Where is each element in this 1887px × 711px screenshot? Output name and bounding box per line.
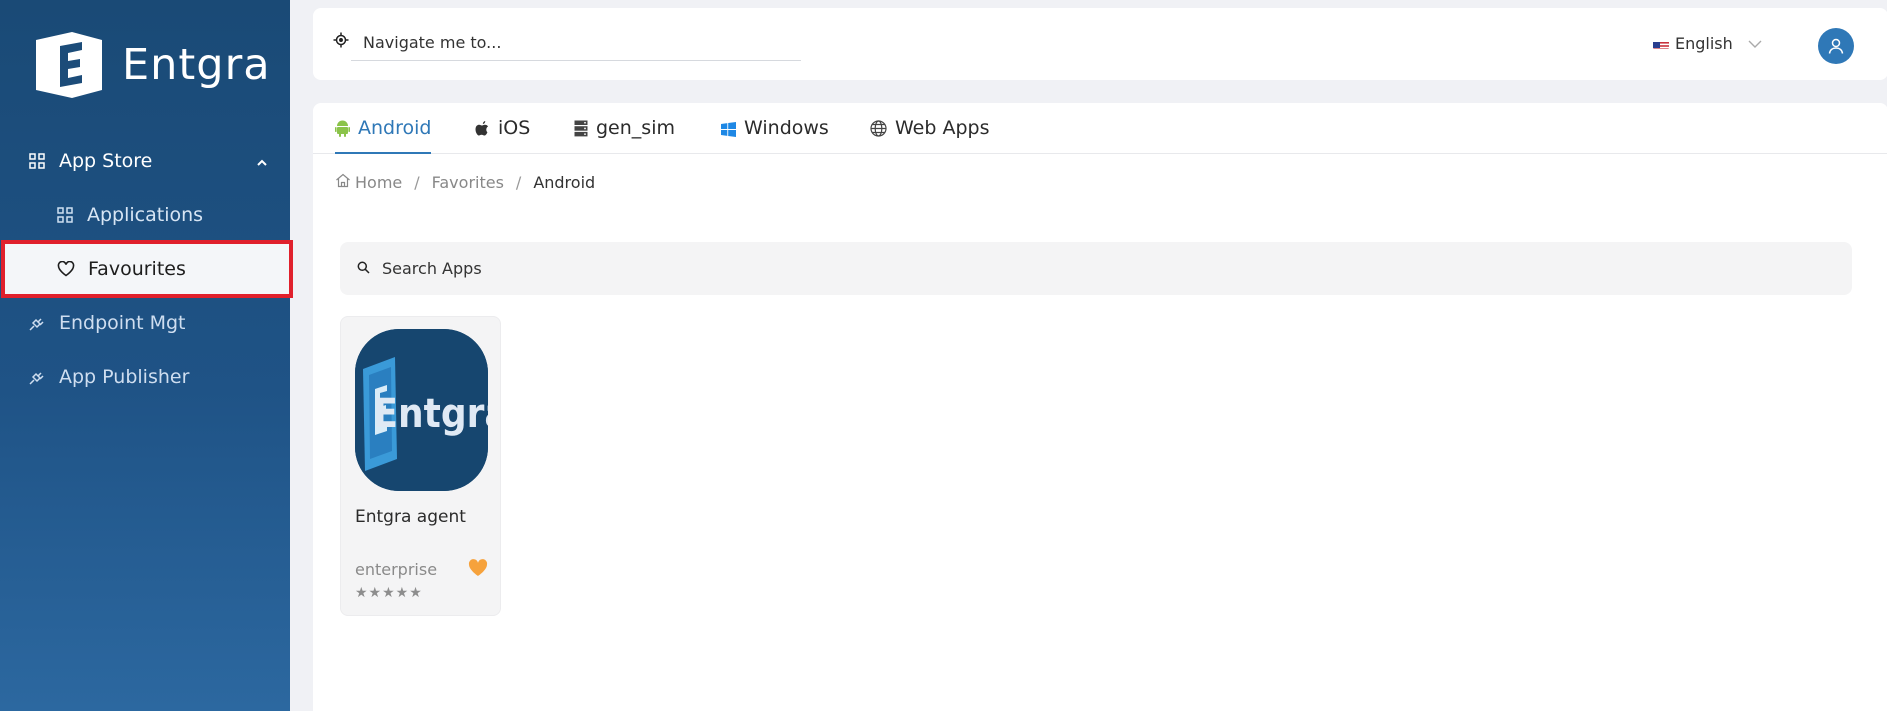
plug-icon <box>27 367 47 387</box>
sidebar-item-app-store[interactable]: App Store <box>0 136 290 186</box>
sidebar-item-label: Applications <box>87 204 204 226</box>
app-category: enterprise <box>355 560 438 579</box>
breadcrumb-favorites[interactable]: Favorites <box>432 173 504 192</box>
tab-ios[interactable]: iOS <box>475 117 530 154</box>
crosshair-icon <box>333 32 349 52</box>
globe-icon <box>870 120 887 142</box>
sidebar-item-endpoint-mgt[interactable]: Endpoint Mgt <box>0 298 290 348</box>
apple-icon <box>475 120 490 142</box>
chevron-down-icon <box>1747 34 1763 53</box>
server-icon <box>574 120 588 142</box>
sidebar-item-label: Endpoint Mgt <box>59 312 186 334</box>
tab-label: gen_sim <box>596 117 675 139</box>
tab-label: Windows <box>744 117 829 139</box>
sidebar-item-label: App Store <box>59 150 153 172</box>
breadcrumb-separator: / <box>515 173 522 192</box>
breadcrumb-current: Android <box>533 173 596 192</box>
user-icon <box>1828 38 1844 54</box>
navigate-input[interactable]: Navigate me to... <box>333 32 501 52</box>
app-rating: ★★★★★ <box>355 585 423 601</box>
search-icon <box>357 259 370 278</box>
tab-gen-sim[interactable]: gen_sim <box>574 117 675 154</box>
breadcrumb-home[interactable]: Home <box>355 173 402 192</box>
search-apps-input[interactable]: Search Apps <box>340 242 1852 295</box>
entgra-logo-icon <box>36 32 102 98</box>
search-placeholder: Search Apps <box>382 259 482 278</box>
brand-logo[interactable]: Entgra <box>32 30 271 100</box>
language-label: English <box>1675 34 1733 53</box>
platform-tabs: Android iOS gen_sim Windows Web Apps <box>313 103 1887 154</box>
brand-name: Entgra <box>122 40 271 90</box>
navigate-placeholder: Navigate me to... <box>363 32 502 52</box>
sidebar-item-app-publisher[interactable]: App Publisher <box>0 352 290 402</box>
android-icon <box>335 120 350 142</box>
grid-icon <box>55 205 75 225</box>
sidebar-item-favourites[interactable]: Favourites <box>1 240 293 298</box>
main-panel: Android iOS gen_sim Windows Web Apps Hom… <box>313 103 1887 711</box>
app-logo: Entgra <box>355 329 488 491</box>
breadcrumb: Home / Favorites / Android <box>335 173 595 192</box>
sidebar: Entgra App Store Applications Favourites… <box>0 0 293 711</box>
tab-label: Android <box>358 117 432 139</box>
navigate-input-underline <box>351 60 801 61</box>
windows-icon <box>721 120 736 142</box>
app-logo-text: Entgra <box>373 391 488 437</box>
app-name: Entgra agent <box>355 507 466 527</box>
home-icon <box>335 173 351 192</box>
favorite-heart-icon[interactable] <box>468 559 488 581</box>
us-flag-icon <box>1653 38 1669 49</box>
tab-windows[interactable]: Windows <box>721 117 829 154</box>
sidebar-item-applications[interactable]: Applications <box>0 190 290 240</box>
sidebar-item-label: Favourites <box>88 258 186 280</box>
app-card[interactable]: Entgra Entgra agent enterprise ★★★★★ <box>340 316 501 616</box>
grid-icon <box>27 151 47 171</box>
chevron-up-icon <box>256 152 268 174</box>
user-avatar[interactable] <box>1818 28 1854 64</box>
sidebar-item-label: App Publisher <box>59 366 190 388</box>
plug-icon <box>27 313 47 333</box>
heart-icon <box>56 259 76 279</box>
language-select[interactable]: English <box>1653 34 1763 53</box>
tab-web-apps[interactable]: Web Apps <box>870 117 989 154</box>
tab-label: Web Apps <box>895 117 990 139</box>
tab-label: iOS <box>498 117 531 139</box>
tab-android[interactable]: Android <box>335 117 432 154</box>
top-bar: Navigate me to... English <box>313 8 1887 80</box>
breadcrumb-separator: / <box>414 173 420 192</box>
